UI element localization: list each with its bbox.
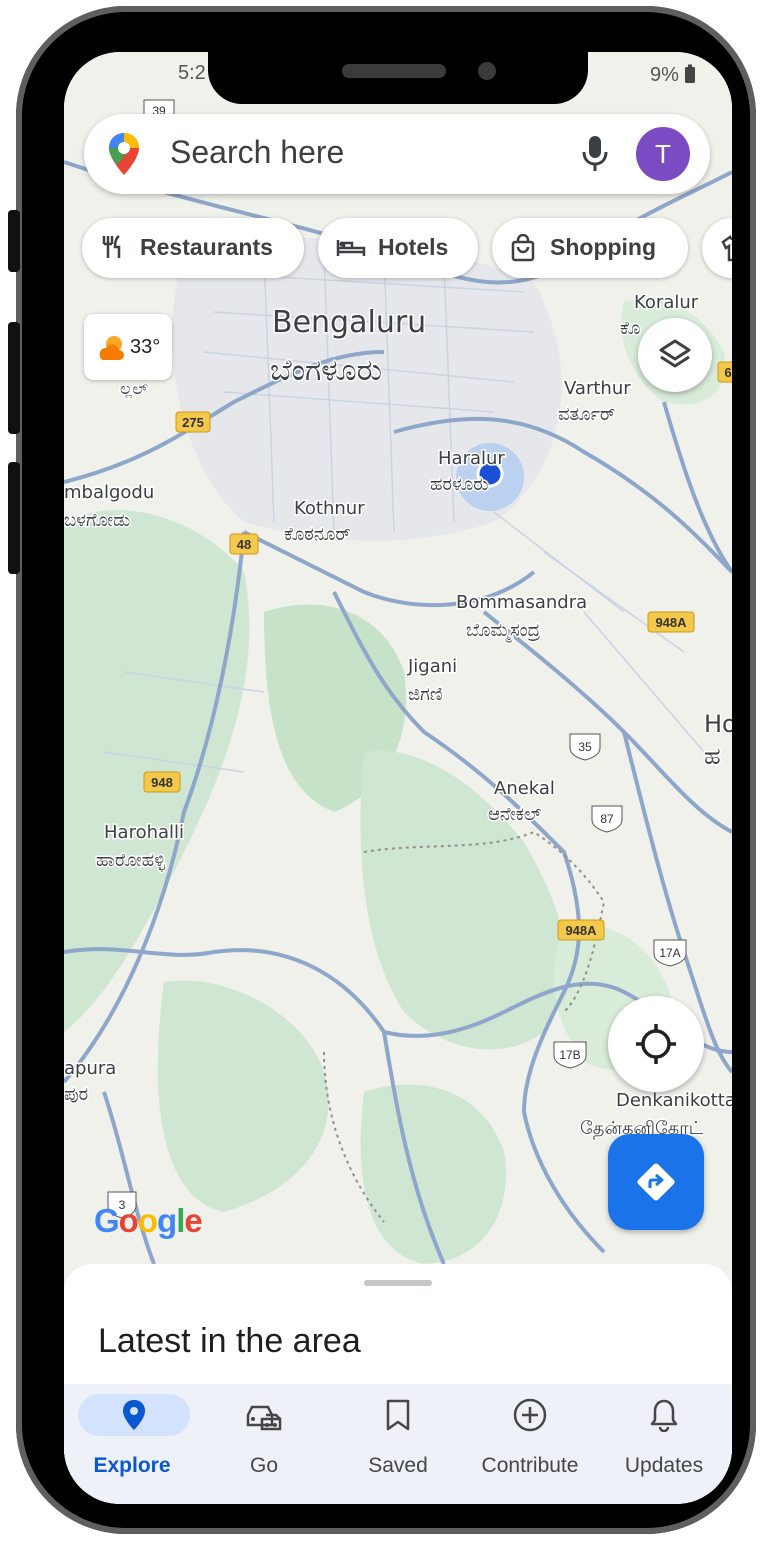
bed-icon [336, 234, 366, 266]
chip-label: Shopping [550, 234, 657, 260]
google-logo: Google [94, 1202, 203, 1239]
place-label-local: ಹ [704, 742, 721, 770]
place-label-local: ಬೆಂಗಳೂರು [270, 353, 382, 388]
app-screen: 275 48 948 948A 948A 6 39 35 87 17A 17B … [64, 52, 732, 1504]
place-label-local: ಬಳಗೋಡು [64, 510, 130, 531]
place-label-local: ಬೊಮ್ಮಸಂದ್ರ [466, 620, 540, 642]
route-shield-label: 17A [659, 946, 680, 960]
route-shield-label: 35 [578, 740, 592, 754]
place-label-local: ಹಾರೋಹಳ್ಳಿ [96, 850, 166, 872]
route-shield-label: 87 [600, 812, 614, 826]
partly-cloudy-icon [96, 334, 126, 366]
status-time: 5:2 [178, 62, 206, 84]
highway-shield-label: 6 [724, 365, 731, 380]
shopping-bag-icon [510, 233, 536, 268]
cutlery-icon [100, 234, 126, 266]
place-label: apura [64, 1058, 116, 1079]
place-label-local: ಹರಳೂರು [430, 474, 489, 495]
place-label-local: ಪುರ [64, 1084, 88, 1105]
place-label: Bommasandra [456, 592, 587, 613]
crosshair-icon [634, 1022, 678, 1071]
phone-notch [208, 46, 588, 104]
highway-shield-label: 948A [565, 923, 597, 938]
shirt-icon [720, 234, 732, 268]
weather-badge[interactable]: 33° [84, 314, 172, 380]
speaker-grille [342, 64, 446, 78]
nav-explore[interactable]: Explore [68, 1384, 196, 1504]
place-label-local: ಆನೇಕಲ್ [488, 804, 541, 825]
phone-mute-button [8, 210, 20, 272]
my-location-button[interactable] [608, 996, 704, 1092]
directions-icon [636, 1162, 676, 1207]
layers-button[interactable] [638, 318, 712, 392]
highway-shield-label: 275 [182, 415, 204, 430]
chip-restaurants[interactable]: Restaurants [82, 218, 304, 278]
nav-label: Go [249, 1454, 278, 1477]
place-label-local: ಕೊಠನೂರ್ [284, 524, 351, 545]
place-label: Kothnur [294, 498, 365, 519]
nav-updates[interactable]: Updates [600, 1384, 728, 1504]
sheet-title: Latest in the area [98, 1322, 361, 1360]
place-label: Varthur [564, 378, 631, 399]
highway-shield-label: 948 [151, 775, 173, 790]
route-shield-label: 17B [559, 1048, 580, 1062]
place-label-local: ಕೊ [620, 318, 640, 339]
battery-icon [684, 64, 696, 90]
chip-shopping[interactable]: Shopping [492, 218, 688, 278]
car-icon [234, 1394, 294, 1436]
place-label: Denkanikotta [616, 1090, 732, 1111]
highway-shield-label: 48 [237, 537, 251, 552]
highway-shield-label: 948A [655, 615, 687, 630]
nav-label: Saved [368, 1454, 428, 1477]
search-placeholder[interactable]: Search here [170, 134, 344, 171]
place-label-local: ಲ್ಲಲ್ [120, 379, 148, 399]
place-label: Bengaluru [272, 305, 426, 340]
layers-icon [657, 337, 693, 378]
place-label: Haralur [438, 448, 505, 469]
place-label: Ho [704, 710, 732, 738]
nav-contribute[interactable]: Contribute [466, 1384, 594, 1504]
nav-label: Explore [93, 1454, 171, 1477]
bookmark-icon [368, 1394, 428, 1436]
sheet-drag-handle[interactable] [364, 1280, 432, 1286]
front-camera [478, 62, 496, 80]
bottom-sheet[interactable]: Latest in the area Explore Go Saved Cont… [64, 1264, 732, 1504]
maps-pin-logo-icon [108, 132, 140, 181]
bell-icon [634, 1394, 694, 1436]
phone-volume-up-button [8, 322, 20, 434]
microphone-icon[interactable] [580, 134, 610, 179]
chip-label: Hotels [378, 234, 449, 260]
explore-pin-icon [78, 1394, 190, 1436]
place-label: Koralur [634, 292, 699, 313]
nav-saved[interactable]: Saved [334, 1384, 462, 1504]
account-avatar[interactable]: T [636, 127, 690, 181]
place-label: Anekal [494, 778, 555, 799]
nav-label: Updates [624, 1454, 704, 1477]
search-bar[interactable]: Search here T [84, 114, 710, 194]
directions-button[interactable] [608, 1134, 704, 1230]
place-label: Harohalli [104, 822, 184, 843]
status-battery-text: 9% [650, 64, 679, 86]
bottom-navigation: Explore Go Saved Contribute Updates [64, 1384, 732, 1504]
place-label: mbalgodu [64, 482, 154, 503]
place-label: Jigani [407, 656, 457, 677]
chip-label: Restaurants [140, 234, 273, 260]
weather-temperature: 33° [130, 336, 161, 358]
place-label-local: ಜಿಗಣಿ [408, 684, 443, 705]
phone-volume-down-button [8, 462, 20, 574]
nav-go[interactable]: Go [200, 1384, 328, 1504]
chip-hotels[interactable]: Hotels [318, 218, 478, 278]
place-label-local: ವರ್ತೂರ್ [558, 404, 615, 425]
add-circle-icon [500, 1394, 560, 1436]
nav-label: Contribute [481, 1454, 579, 1477]
